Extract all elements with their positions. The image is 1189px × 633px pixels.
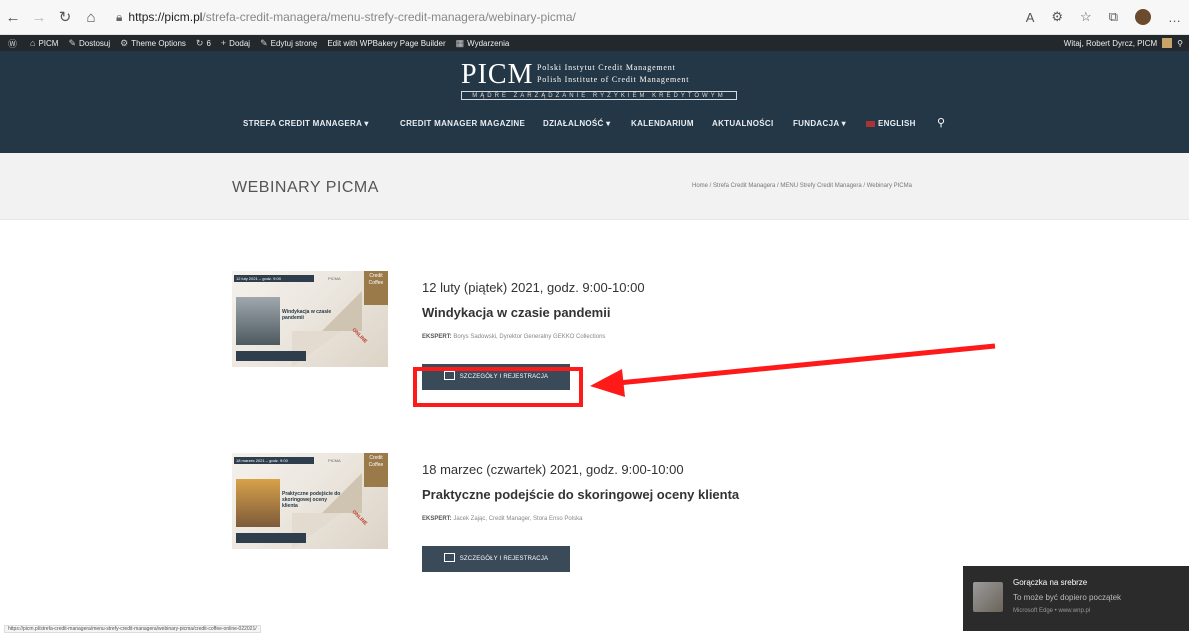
toast-title: Gorączka na srebrze [1013,578,1088,587]
toast-source: Microsoft Edge • www.wnp.pl [1013,608,1091,614]
notification-toast[interactable]: Gorączka na srebrze To może być dopiero … [963,566,1189,631]
annotation-arrow [590,343,996,397]
arrow-shaft [617,343,996,386]
toast-image [973,582,1003,612]
arrow-head [590,369,625,397]
status-bar-url: https://picm.pl/strefa-credit-managera/m… [4,625,261,633]
toast-body: To może być dopiero początek [1013,593,1122,602]
